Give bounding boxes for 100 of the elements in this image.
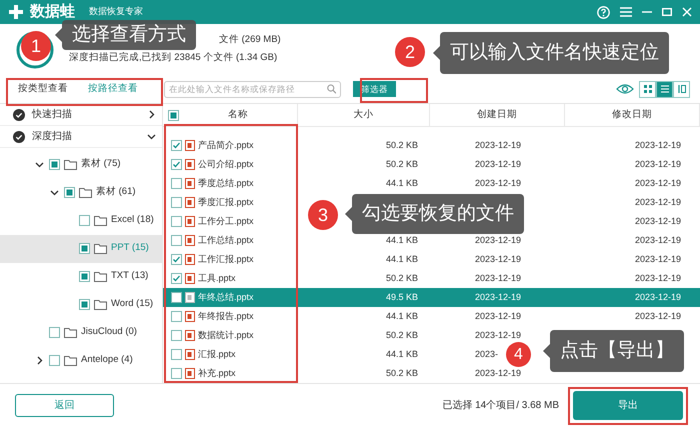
pptx-file-icon [185, 140, 195, 151]
checkbox[interactable] [79, 215, 90, 226]
checkbox[interactable] [49, 355, 60, 366]
file-size: 50.2 KB [386, 330, 418, 340]
chevron-right-icon[interactable] [147, 110, 156, 119]
checkbox[interactable] [171, 273, 182, 284]
chevron-right-icon[interactable] [35, 356, 44, 365]
created-date: 2023-12-19 [475, 140, 522, 150]
file-name: 工作分工.pptx [198, 214, 254, 228]
folder-icon [64, 159, 77, 170]
eye-icon[interactable] [616, 83, 634, 95]
modified-date: 2023-12-19 [635, 158, 682, 169]
checkbox[interactable] [171, 368, 182, 379]
maximize-icon[interactable] [662, 7, 672, 17]
tree-item-label[interactable]: Excel (18) [111, 213, 154, 228]
chevron-down-icon[interactable] [147, 132, 156, 141]
modified-date: 2023-12-19 [635, 178, 682, 188]
checkbox[interactable] [171, 216, 182, 227]
created-date: 2023-12-19 [475, 234, 522, 245]
pptx-file-icon [185, 197, 195, 208]
step-badge: 1 [21, 31, 51, 61]
chevron-down-icon[interactable] [50, 188, 59, 197]
checkbox[interactable] [171, 254, 182, 265]
checkbox[interactable] [79, 299, 90, 310]
search-field[interactable]: 在此处输入文件名称或保存路径 [164, 80, 341, 98]
checkbox[interactable] [168, 110, 179, 120]
view-tab[interactable]: 按路径查看 [88, 82, 138, 96]
pptx-file-icon [185, 368, 195, 379]
column-header[interactable]: 名称 [179, 108, 297, 122]
tree-item-label[interactable]: Word (15) [111, 297, 154, 312]
checkbox[interactable] [64, 187, 75, 198]
modified-date: 2023-12-19 [635, 272, 682, 283]
chevron-down-icon[interactable] [35, 160, 44, 169]
callout-pointer [433, 46, 440, 60]
pptx-file-icon [185, 330, 195, 341]
checkbox[interactable] [171, 311, 182, 322]
callout-pointer [345, 207, 352, 221]
column-header[interactable]: 创建日期 [477, 108, 517, 122]
tree-item-label[interactable]: TXT (13) [111, 269, 148, 284]
folder-icon [64, 327, 77, 338]
tree-item-label[interactable]: Antelope (4) [81, 353, 133, 368]
column-header[interactable]: 修改日期 [612, 108, 652, 122]
view-mode-button[interactable] [673, 80, 690, 98]
file-size: 44.1 KB [386, 178, 418, 188]
file-name: 季度汇报.pptx [198, 196, 254, 209]
created-date: 2023-12-19 [475, 178, 522, 188]
created-date: 2023-12-19 [475, 254, 522, 264]
pptx-file-icon [185, 159, 195, 170]
tree-item-label[interactable]: 素材 (75) [81, 157, 121, 172]
checkbox[interactable] [171, 178, 182, 189]
file-name: 工具.pptx [198, 272, 236, 285]
created-date: 2023-12-19 [475, 158, 522, 169]
list-view-icon [660, 85, 668, 93]
checkbox[interactable] [79, 243, 90, 254]
created-date: 2023-12-19 [475, 368, 522, 378]
folder-icon [94, 271, 107, 282]
checkbox[interactable] [171, 235, 182, 246]
checkbox[interactable] [171, 197, 182, 208]
scan-label[interactable]: 深度扫描 [32, 129, 140, 144]
tree-item-label[interactable]: JisuCloud (0) [81, 325, 137, 340]
column-header[interactable]: 大小 [354, 108, 374, 122]
view-mode-button[interactable] [656, 80, 673, 98]
checkbox[interactable] [171, 159, 182, 170]
modified-date: 2023-12-19 [635, 310, 682, 321]
file-size: 44.1 KB [386, 254, 418, 264]
checkbox[interactable] [49, 159, 60, 170]
tree-item-label[interactable]: 素材 (61) [96, 185, 136, 200]
file-size: 50.2 KB [386, 272, 418, 283]
highlight-frame [360, 78, 428, 103]
step-badge: 3 [308, 200, 338, 230]
file-name: 数据统计.pptx [198, 328, 254, 342]
export-button[interactable]: 导出 [573, 391, 683, 420]
folder-icon [94, 243, 107, 254]
back-button[interactable]: 返回 [15, 394, 114, 417]
file-size: 49.5 KB [386, 292, 418, 302]
file-size: 44.1 KB [386, 310, 418, 321]
pptx-file-icon [185, 235, 195, 246]
checkbox[interactable] [171, 349, 182, 360]
grid-view-icon [644, 85, 652, 93]
checkbox[interactable] [171, 140, 182, 151]
menu-icon[interactable] [620, 7, 632, 17]
file-name: 补充.pptx [198, 366, 236, 380]
checkbox[interactable] [79, 271, 90, 282]
view-mode-button[interactable] [639, 80, 656, 98]
created-date: 2023-12-19 [475, 330, 522, 340]
close-icon[interactable] [682, 7, 692, 17]
scan-summary-text: 文件 (269 MB) [219, 34, 281, 46]
checkbox[interactable] [171, 330, 182, 341]
selected-row[interactable]: 年终总结.pptx 49.5 KB 2023-12-19 2023-12-19 [163, 288, 700, 307]
scan-label[interactable]: 快速扫描 [32, 107, 140, 122]
checkbox[interactable] [49, 327, 60, 338]
view-tab[interactable]: 按类型查看 [18, 82, 68, 96]
created-date: 2023- [475, 348, 498, 359]
cross-logo-icon [8, 4, 24, 20]
file-name: 季度总结.pptx [198, 176, 254, 190]
created-date: 2023-12-19 [475, 292, 522, 302]
help-icon[interactable] [597, 6, 610, 18]
file-size: 44.1 KB [386, 348, 418, 359]
checkbox[interactable] [171, 292, 182, 303]
filter-button[interactable]: 筛选器 [353, 80, 396, 98]
